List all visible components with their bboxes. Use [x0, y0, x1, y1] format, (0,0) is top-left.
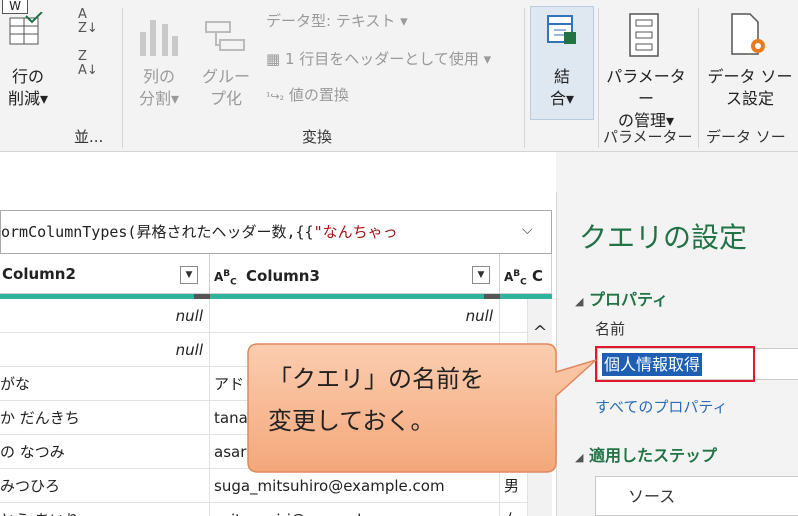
ribbon-divider	[122, 8, 123, 148]
chevron-down-icon[interactable]: ⌵	[522, 222, 533, 238]
table-cell[interactable]: か だんきち	[0, 401, 210, 435]
combine-button[interactable]: 結合▾	[530, 66, 594, 110]
column-header-column3[interactable]: ABC Column3 ▼	[210, 254, 500, 294]
data-source-settings-icon	[728, 12, 770, 58]
table-cell[interactable]: とう あいり	[0, 503, 210, 516]
table-icon: ▦	[266, 50, 281, 68]
transform-group-label: 変換	[302, 128, 333, 146]
name-label: 名前	[595, 320, 626, 338]
table-cell[interactable]: の なつみ	[0, 435, 210, 469]
text-type-icon[interactable]: ABC	[214, 269, 237, 287]
manage-parameters-button[interactable]: パラメーター の管理▾	[600, 66, 692, 132]
filter-dropdown-icon[interactable]: ▼	[472, 266, 490, 284]
ribbon: W 行の 削減▾ A Z↓ Z A↓ 並... 列の 分割▾ グルー プ化 データ型: テキ…	[0, 0, 798, 167]
replace-values-button[interactable]: ¹↪₂ 値の置換	[266, 84, 349, 105]
scroll-up-icon[interactable]: ^	[528, 321, 552, 345]
ribbon-divider	[598, 8, 599, 148]
filter-dropdown-icon[interactable]: ▼	[180, 266, 198, 284]
collapse-triangle-icon[interactable]: ◢	[575, 451, 583, 464]
replace-icon: ¹↪₂	[266, 90, 285, 103]
highlight-box	[595, 346, 755, 382]
formula-bar[interactable]: ormColumnTypes(昇格されたヘッダー数,{{"なんちゃっ	[0, 210, 552, 254]
ribbon-divider	[698, 8, 699, 148]
sort-group-label: 並...	[74, 128, 104, 146]
combine-icon	[546, 14, 578, 48]
query-settings-title: クエリの設定	[579, 221, 748, 254]
manage-parameters-icon	[626, 12, 662, 58]
parameters-group-label: パラメーター	[603, 128, 693, 146]
table-cell[interactable]: null	[210, 299, 500, 333]
table-cell[interactable]: 女	[500, 503, 528, 516]
table-cell[interactable]: suga_mitsuhiro@example.com	[210, 469, 500, 503]
column-header-column4[interactable]: ABC C	[500, 254, 552, 294]
ribbon-divider	[524, 8, 525, 148]
column-header-column2[interactable]: Column2 ▼	[0, 254, 210, 294]
text-type-icon[interactable]: ABC	[504, 269, 527, 287]
applied-steps-list: ソース	[595, 476, 798, 516]
collapse-triangle-icon[interactable]: ◢	[575, 295, 583, 308]
table-cell[interactable]: 男	[500, 469, 528, 503]
query-settings-pane-top	[556, 152, 798, 192]
table-cell[interactable]	[500, 299, 528, 333]
properties-section[interactable]: ◢ プロパティ	[575, 286, 668, 310]
table-cell[interactable]: null	[0, 299, 210, 333]
data-source-settings-button[interactable]: データ ソー ス設定	[702, 66, 798, 110]
step-item-source[interactable]: ソース	[628, 483, 675, 507]
group-by-icon	[204, 20, 248, 56]
split-column-button[interactable]: 列の 分割▾	[130, 66, 188, 110]
all-properties-link[interactable]: すべてのプロパティ	[595, 396, 727, 417]
workspace-gap	[0, 152, 556, 192]
use-first-row-button[interactable]: ▦ 1 行目をヘッダーとして使用 ▾	[266, 48, 491, 69]
data-type-dropdown[interactable]: データ型: テキスト ▾	[266, 10, 408, 31]
applied-steps-section[interactable]: ◢ 適用したステップ	[575, 442, 717, 466]
sort-icon[interactable]: A Z↓ Z A↓	[78, 8, 102, 78]
reduce-rows-icon	[6, 11, 48, 52]
table-cell[interactable]: みつひろ	[0, 469, 210, 503]
query-settings-pane: クエリの設定 ◢ プロパティ 名前 個人情報取得 すべてのプロパティ ◢ 適用し…	[556, 192, 798, 516]
table-cell[interactable]: saitou_airi@example.com	[210, 503, 500, 516]
table-cell[interactable]: null	[0, 333, 210, 367]
group-by-button[interactable]: グルー プ化	[196, 66, 256, 110]
table-cell[interactable]: がな	[0, 367, 210, 401]
reduce-rows-button[interactable]: 行の 削減▾	[0, 66, 56, 110]
split-column-icon	[136, 14, 186, 58]
callout-text: 「クエリ」の名前を 変更しておく。	[268, 365, 484, 435]
